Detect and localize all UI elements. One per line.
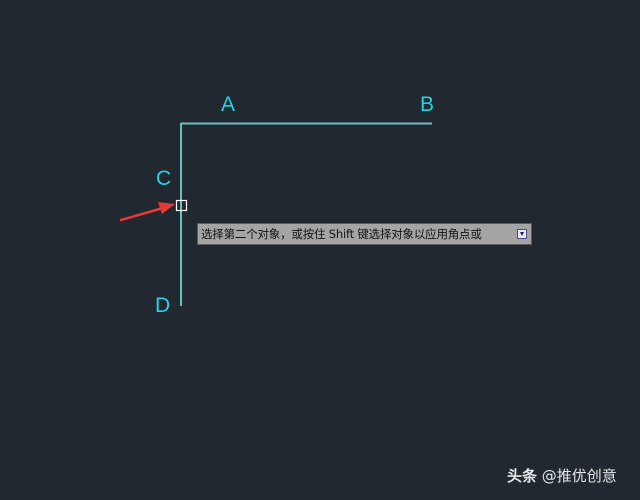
drawing-geometry xyxy=(119,122,432,306)
point-label-c: C xyxy=(156,167,172,190)
annotation-arrow-icon xyxy=(119,202,175,222)
command-prompt-tooltip: 选择第二个对象，或按住 Shift 键选择对象以应用角点或 xyxy=(197,223,532,245)
watermark-handle: @推优创意 xyxy=(541,467,617,485)
command-prompt-text: 选择第二个对象，或按住 Shift 键选择对象以应用角点或 xyxy=(201,227,482,241)
point-label-b: B xyxy=(420,93,435,116)
dropdown-arrow-icon[interactable] xyxy=(517,229,527,239)
point-label-a: A xyxy=(221,93,236,116)
watermark-brand: 头条 xyxy=(507,467,538,485)
watermark: 头条 @推优创意 xyxy=(507,465,617,486)
point-label-d: D xyxy=(155,294,171,317)
drawing-canvas[interactable]: A B C D 选择第二个对象，或按住 Shift 键选择对象以应用角点或 头条… xyxy=(0,0,640,500)
